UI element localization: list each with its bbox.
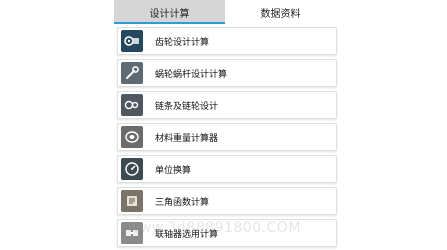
chain-sprocket-icon: [121, 94, 143, 116]
wrench-icon: [121, 62, 143, 84]
menu-item-label: 蜗轮蜗杆设计计算: [155, 69, 228, 80]
tab-bar: 设计计算 数据资料: [114, 0, 336, 24]
menu-item-label: 链条及链轮设计: [155, 101, 219, 112]
coupling-icon: [121, 222, 143, 244]
menu-item-trig-calc[interactable]: 三角函数计算: [117, 187, 337, 215]
tab-design-calc[interactable]: 设计计算: [114, 0, 225, 24]
menu-item-material-weight[interactable]: 材料重量计算器: [117, 123, 337, 151]
gear-car-icon: [121, 30, 143, 52]
menu-item-gear-design[interactable]: 齿轮设计计算: [117, 27, 337, 55]
notebook-icon: [121, 190, 143, 212]
menu-item-worm-gear[interactable]: 蜗轮蜗杆设计计算: [117, 59, 337, 87]
unit-gauge-icon: [121, 158, 143, 180]
menu-item-chain-sprocket[interactable]: 链条及链轮设计: [117, 91, 337, 119]
menu-item-unit-conversion[interactable]: 单位换算: [117, 155, 337, 183]
material-coil-icon: [121, 126, 143, 148]
tab-data-materials[interactable]: 数据资料: [225, 0, 336, 24]
menu-item-label: 联轴器选用计算: [155, 229, 219, 240]
tab-data-materials-label: 数据资料: [260, 8, 301, 20]
tab-design-calc-label: 设计计算: [149, 8, 190, 20]
menu-item-label: 单位换算: [155, 165, 192, 176]
menu-item-label: 齿轮设计计算: [155, 37, 210, 48]
menu-item-coupling-selection[interactable]: 联轴器选用计算: [117, 219, 337, 247]
menu-item-label: 三角函数计算: [155, 197, 210, 208]
menu-item-label: 材料重量计算器: [155, 133, 219, 144]
